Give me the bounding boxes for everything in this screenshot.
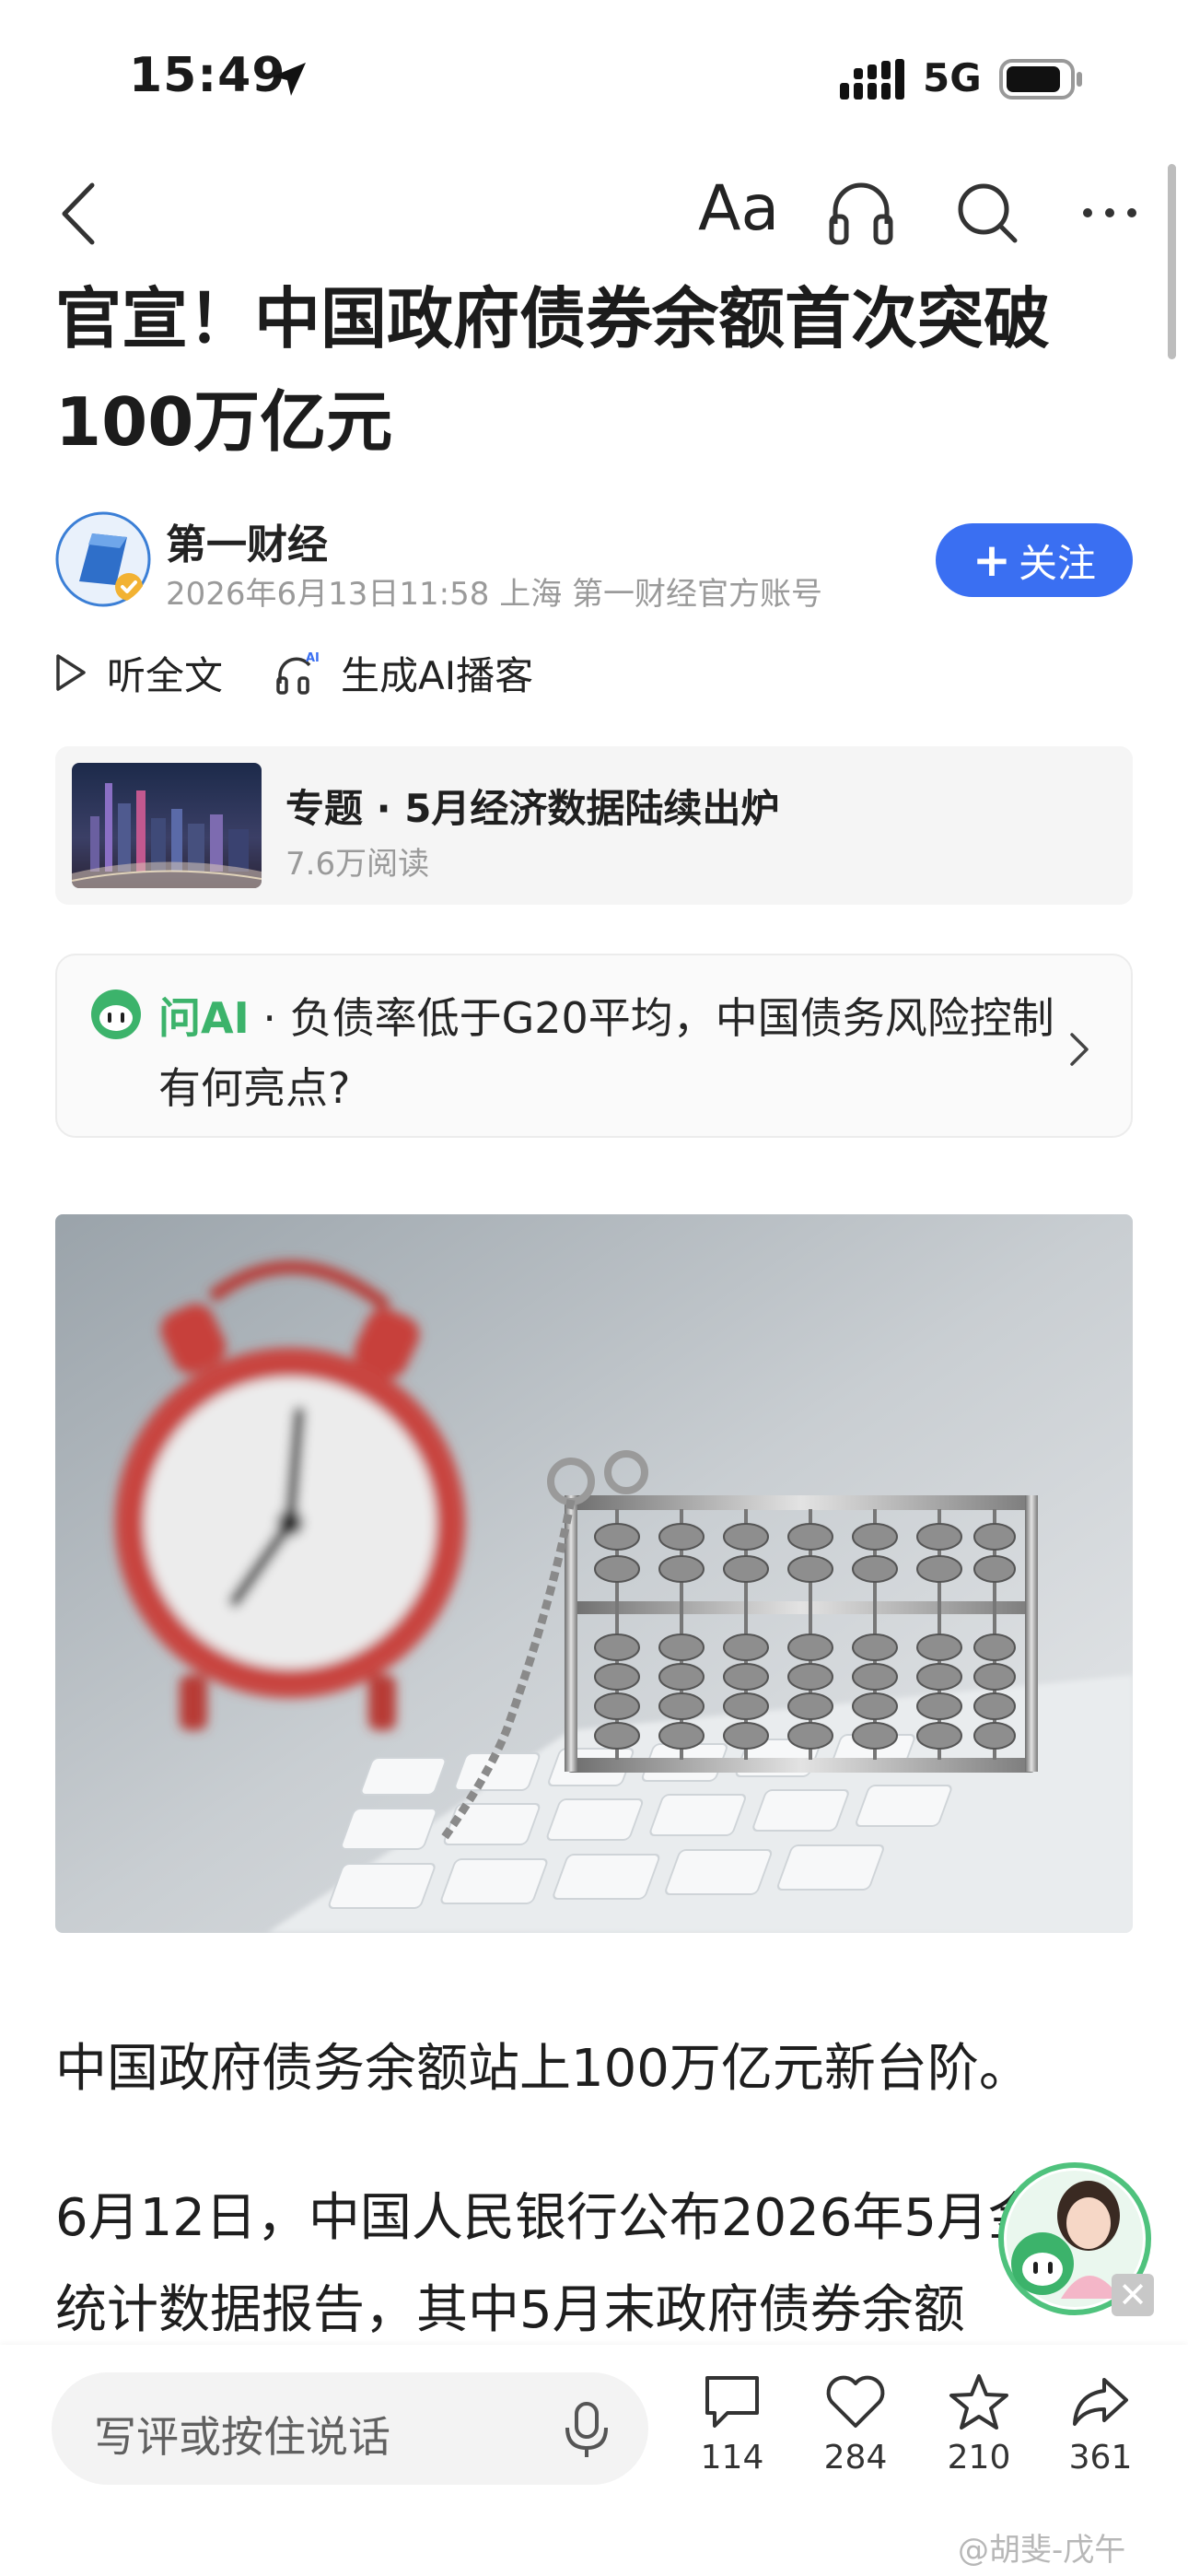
listen-full-label: 听全文 [107, 652, 224, 698]
back-icon[interactable] [48, 172, 112, 255]
play-icon [56, 654, 86, 691]
article-title: 官宣！中国政府债券余额首次突破100万亿元 [55, 280, 1051, 461]
mic-icon[interactable] [556, 2396, 617, 2463]
more-icon[interactable] [1073, 174, 1147, 252]
ai-assistant-icon [91, 989, 141, 1039]
listen-full-button[interactable]: 听全文 [53, 645, 223, 701]
share-count: 361 [1068, 2439, 1133, 2476]
hero-image[interactable] [55, 1214, 1133, 1933]
topic-reads: 7.6万阅读 [285, 846, 430, 883]
topic-thumbnail [72, 763, 262, 888]
headphones-icon[interactable] [824, 174, 898, 252]
like-count: 284 [823, 2439, 888, 2476]
close-icon[interactable]: ✕ [1112, 2274, 1154, 2316]
comment-icon [705, 2376, 759, 2428]
topic-title: 专题 · 5月经济数据陆续出炉 [285, 786, 780, 831]
ask-ai-text: 问AI · 负债率低于G20平均，中国债务风险控制有何亮点? [158, 983, 1061, 1123]
share-icon [1073, 2378, 1128, 2426]
watermark: @胡斐-戊午 [958, 2532, 1126, 2569]
ai-headphones-icon: AI [276, 651, 320, 695]
star-icon [949, 2374, 1008, 2430]
network-type: 5G [923, 55, 982, 100]
comment-button[interactable]: 114 [681, 2371, 783, 2476]
status-bar: 15:49 5G [0, 0, 1188, 161]
author-meta: 2026年6月13日11:58 上海 第一财经官方账号 [166, 576, 823, 613]
follow-button[interactable]: + 关注 [936, 523, 1133, 597]
search-icon[interactable] [949, 174, 1026, 252]
nav-bar: Aa [0, 161, 1188, 272]
scrollbar[interactable] [1168, 164, 1176, 359]
plus-icon: + [973, 533, 1011, 587]
location-arrow-icon [273, 63, 306, 96]
battery-icon [999, 59, 1082, 100]
ai-podcast-button[interactable]: AI 生成AI播客 [274, 645, 533, 701]
chevron-right-icon [1070, 1033, 1089, 1066]
ask-ai-question: · 负债率低于G20平均，中国债务风险控制有何亮点? [158, 993, 1054, 1113]
author-avatar[interactable] [55, 511, 151, 607]
favorite-count: 210 [947, 2439, 1011, 2476]
comment-input[interactable]: 写评或按住说话 [52, 2372, 648, 2485]
comment-placeholder: 写评或按住说话 [94, 2412, 390, 2462]
ask-ai-card[interactable]: 问AI · 负债率低于G20平均，中国债务风险控制有何亮点? [55, 954, 1133, 1138]
author-logo-icon [55, 511, 151, 607]
signal-icon [840, 59, 904, 100]
follow-label: 关注 [1018, 540, 1096, 586]
like-button[interactable]: 284 [805, 2371, 906, 2476]
topic-card[interactable]: 专题 · 5月经济数据陆续出炉 7.6万阅读 [55, 746, 1133, 905]
svg-text:AI: AI [306, 651, 320, 665]
ask-ai-label: 问AI [158, 993, 250, 1043]
ai-podcast-label: 生成AI播客 [341, 652, 534, 698]
favorite-button[interactable]: 210 [928, 2371, 1030, 2476]
heart-icon [826, 2375, 885, 2428]
status-time: 15:49 [129, 48, 286, 103]
comment-count: 114 [700, 2439, 764, 2476]
share-button[interactable]: 361 [1050, 2371, 1151, 2476]
author-name[interactable]: 第一财经 [166, 511, 328, 570]
article-paragraph: 中国政府债务余额站上100万亿元新台阶。 [55, 2039, 1031, 2099]
article-paragraph: 6月12日，中国人民银行公布2026年5月金融统计数据报告，其中5月末政府债券余… [55, 2188, 1092, 2340]
listen-row: 听全文 AI 生成AI播客 [53, 640, 585, 705]
font-size-button[interactable]: Aa [698, 172, 779, 245]
